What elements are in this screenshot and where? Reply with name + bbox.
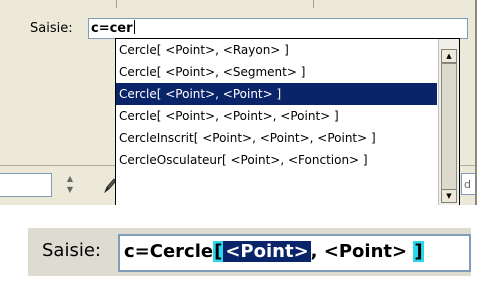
zoomed-input-bar: Saisie: c=Cercle[<Point>, <Point> ] <box>28 228 471 276</box>
zoomed-command-prefix: c=Cercle <box>124 241 214 262</box>
command-input-value: c=cer <box>91 21 133 36</box>
suggestion-item[interactable]: Cercle[ <Point>, <Segment> ] <box>116 61 437 83</box>
zoomed-command-input[interactable]: c=Cercle[<Point>, <Point> ] <box>118 234 471 272</box>
zoomed-input-label: Saisie: <box>42 240 101 261</box>
panel-divider <box>313 0 314 8</box>
command-input[interactable]: c=cer <box>88 18 468 39</box>
next-parameter[interactable]: <Point> <box>324 241 407 262</box>
panel-divider <box>116 0 117 8</box>
text-caret <box>133 20 135 34</box>
field-edge-text: d <box>464 178 471 191</box>
scroll-up-icon[interactable]: ▲ <box>441 49 457 63</box>
spinner-down-icon[interactable]: ▼ <box>62 184 78 195</box>
suggestion-item[interactable]: Cercle[ <Point>, <Rayon> ] <box>116 39 437 61</box>
close-bracket-highlight: ] <box>413 241 424 262</box>
parameter-separator: , <box>310 241 324 262</box>
open-bracket-highlight: [ <box>213 241 224 262</box>
text-field-edge[interactable]: d <box>461 173 475 195</box>
scroll-thumb[interactable] <box>441 63 457 191</box>
suggestion-item[interactable]: CercleOsculateur[ <Point>, <Fonction> ] <box>116 149 437 171</box>
autocomplete-popup: Cercle[ <Point>, <Rayon> ] Cercle[ <Poin… <box>115 38 460 205</box>
algebra-input-panel: Saisie: c=cer ▲ ▼ d Cercle[ <Point>, <Ra… <box>0 0 477 205</box>
suggestion-item[interactable]: Cercle[ <Point>, <Point> ] <box>116 83 437 105</box>
spinner-buttons[interactable]: ▲ ▼ <box>62 173 78 195</box>
scroll-down-icon[interactable]: ▼ <box>441 189 457 203</box>
suggestion-list: Cercle[ <Point>, <Rayon> ] Cercle[ <Poin… <box>116 39 437 171</box>
suggestion-item[interactable]: CercleInscrit[ <Point>, <Point>, <Point>… <box>116 127 437 149</box>
spinner-up-icon[interactable]: ▲ <box>62 173 78 184</box>
vertical-scrollbar[interactable]: ▲ ▼ <box>438 39 459 205</box>
active-parameter[interactable]: <Point> <box>223 241 311 262</box>
input-label: Saisie: <box>30 21 73 36</box>
suggestion-item[interactable]: Cercle[ <Point>, <Point>, <Point> ] <box>116 105 437 127</box>
number-field[interactable] <box>0 173 52 197</box>
zoomed-input-inset: Saisie: c=Cercle[<Point>, <Point> ] <box>0 222 477 295</box>
